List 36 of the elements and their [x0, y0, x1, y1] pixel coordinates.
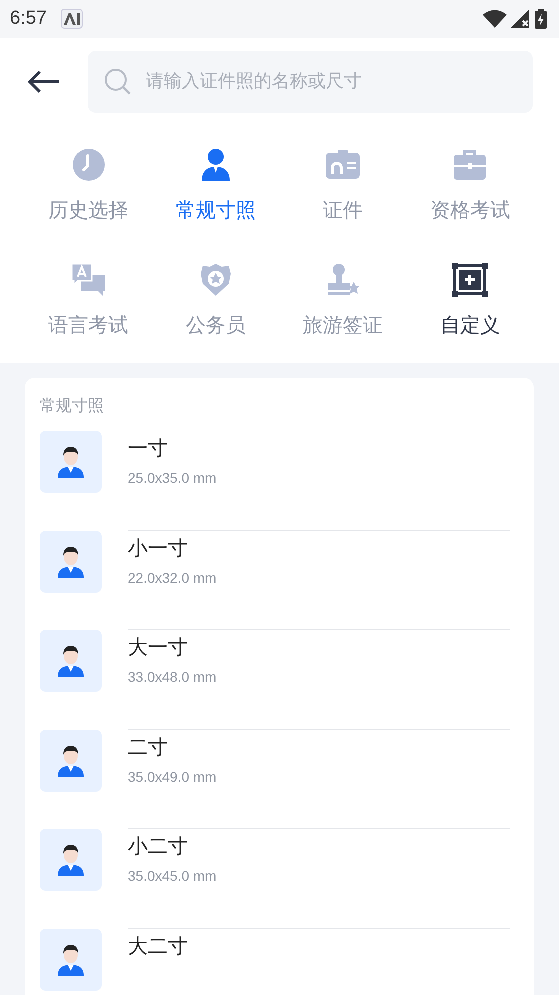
briefcase-icon: [453, 149, 488, 181]
size-dimensions: 35.0x45.0 mm: [128, 868, 218, 884]
category-tab[interactable]: 常规寸照: [152, 145, 280, 224]
size-name[interactable]: 一寸: [128, 435, 510, 462]
size-dimensions: 33.0x48.0 mm: [128, 669, 218, 685]
wifi-icon: [483, 10, 507, 28]
size-name[interactable]: 大二寸: [128, 932, 510, 960]
app-icon: [60, 9, 83, 29]
stamp-icon: [326, 263, 360, 297]
back-arrow-icon: [27, 70, 61, 94]
status-time: 6:57: [10, 8, 47, 30]
search-field[interactable]: 请输入证件照的名称或尺寸: [88, 50, 533, 112]
person-avatar-icon: [57, 446, 85, 478]
signal-icon: [511, 10, 531, 28]
badge-icon: [200, 263, 232, 297]
size-name[interactable]: 大一寸: [128, 634, 510, 661]
search-icon: [104, 68, 132, 96]
person-avatar-icon: [57, 645, 85, 677]
size-dimensions: 35.0x49.0 mm: [128, 768, 218, 784]
size-name[interactable]: 小二寸: [128, 833, 510, 860]
clock-icon: [72, 148, 106, 182]
size-name[interactable]: 小一寸: [128, 534, 510, 562]
person-avatar-icon: [57, 744, 85, 776]
person-avatar-icon: [57, 944, 85, 976]
battery-icon: [535, 9, 547, 29]
size-dimensions: 22.0x32.0 mm: [128, 570, 218, 586]
size-name[interactable]: 二寸: [128, 734, 510, 760]
section-title: 常规寸照: [40, 396, 105, 417]
person-avatar-icon: [57, 546, 85, 578]
category-tab[interactable]: 自定义: [406, 260, 534, 339]
person-avatar-icon: [57, 844, 85, 876]
id-card-icon: [325, 150, 362, 180]
chat-bubbles-icon: [70, 263, 107, 297]
add-frame-icon: [452, 263, 488, 297]
size-dimensions: 25.0x35.0 mm: [128, 470, 218, 486]
person-icon: [200, 148, 231, 182]
